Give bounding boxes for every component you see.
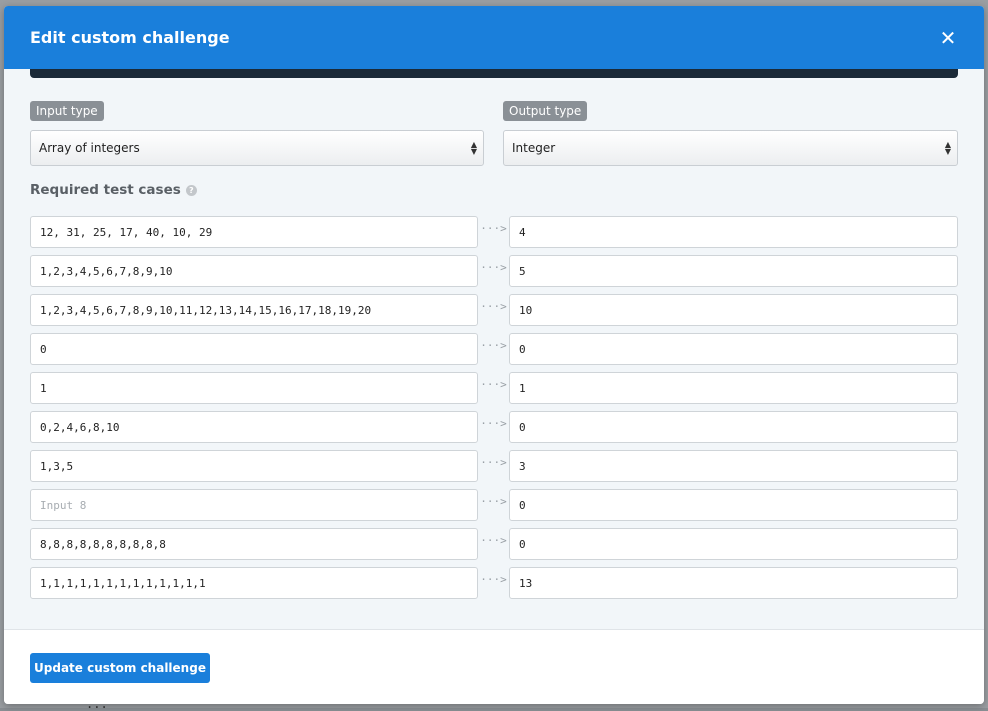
output-type-label: Output type [503, 101, 588, 121]
test-case-input[interactable]: 1,3,5 [30, 450, 478, 482]
test-cases-title-text: Required test cases [30, 182, 181, 198]
test-case-input[interactable]: 1 [30, 372, 478, 404]
code-editor-edge [30, 69, 958, 78]
test-case-output[interactable]: 3 [509, 450, 958, 482]
test-cases-list: 12, 31, 25, 17, 40, 10, 29 ···> 4 1,2,3,… [30, 216, 958, 606]
test-case-row: 12, 31, 25, 17, 40, 10, 29 ···> 4 [30, 216, 958, 248]
test-cases-title: Required test cases ? [30, 182, 197, 198]
arrow-icon: ···> [480, 221, 507, 235]
edit-challenge-modal: Edit custom challenge ✕ Input type Array… [4, 6, 984, 704]
test-case-input[interactable]: 12, 31, 25, 17, 40, 10, 29 [30, 216, 478, 248]
test-case-output[interactable]: 0 [509, 411, 958, 443]
arrow-icon: ···> [480, 455, 507, 469]
update-challenge-button[interactable]: Update custom challenge [30, 653, 210, 683]
input-type-label: Input type [30, 101, 104, 121]
test-case-row: 8,8,8,8,8,8,8,8,8,8 ···> 0 [30, 528, 958, 560]
help-icon[interactable]: ? [185, 184, 197, 196]
arrow-icon: ···> [480, 299, 507, 313]
arrow-icon: ···> [480, 377, 507, 391]
input-type-select[interactable]: Array of integers ▲ ▼ [30, 130, 484, 166]
test-case-row: 1 ···> 1 [30, 372, 958, 404]
arrow-icon: ···> [480, 416, 507, 430]
output-type-select[interactable]: Integer ▲ ▼ [503, 130, 958, 166]
test-case-output[interactable]: 0 [509, 528, 958, 560]
select-arrows-icon: ▲ ▼ [944, 140, 951, 156]
modal-title: Edit custom challenge [30, 28, 230, 47]
test-case-row: 1,3,5 ···> 3 [30, 450, 958, 482]
test-case-input[interactable]: 1,2,3,4,5,6,7,8,9,10 [30, 255, 478, 287]
test-case-row: 1,2,3,4,5,6,7,8,9,10,11,12,13,14,15,16,1… [30, 294, 958, 326]
test-case-input[interactable]: 1,2,3,4,5,6,7,8,9,10,11,12,13,14,15,16,1… [30, 294, 478, 326]
test-case-output[interactable]: 13 [509, 567, 958, 599]
test-case-output[interactable]: 0 [509, 333, 958, 365]
arrow-icon: ···> [480, 533, 507, 547]
arrow-icon: ···> [480, 494, 507, 508]
test-case-input[interactable]: 8,8,8,8,8,8,8,8,8,8 [30, 528, 478, 560]
test-case-row: Input 8 ···> 0 [30, 489, 958, 521]
test-case-output[interactable]: 4 [509, 216, 958, 248]
test-case-input[interactable]: Input 8 [30, 489, 478, 521]
test-case-input[interactable]: 1,1,1,1,1,1,1,1,1,1,1,1,1 [30, 567, 478, 599]
test-case-output[interactable]: 5 [509, 255, 958, 287]
test-case-row: 0,2,4,6,8,10 ···> 0 [30, 411, 958, 443]
test-case-output[interactable]: 0 [509, 489, 958, 521]
modal-footer: Update custom challenge [4, 629, 984, 704]
input-type-value: Array of integers [39, 141, 140, 155]
modal-header: Edit custom challenge ✕ [4, 6, 984, 69]
arrow-icon: ···> [480, 338, 507, 352]
input-type-group: Input type Array of integers ▲ ▼ [30, 100, 484, 166]
test-case-output[interactable]: 1 [509, 372, 958, 404]
test-case-row: 1,2,3,4,5,6,7,8,9,10 ···> 5 [30, 255, 958, 287]
test-case-input[interactable]: 0,2,4,6,8,10 [30, 411, 478, 443]
test-case-row: 0 ···> 0 [30, 333, 958, 365]
test-case-output[interactable]: 10 [509, 294, 958, 326]
arrow-icon: ···> [480, 572, 507, 586]
test-case-input[interactable]: 0 [30, 333, 478, 365]
test-case-row: 1,1,1,1,1,1,1,1,1,1,1,1,1 ···> 13 [30, 567, 958, 599]
close-icon[interactable]: ✕ [938, 26, 958, 50]
select-arrows-icon: ▲ ▼ [470, 140, 477, 156]
output-type-group: Output type Integer ▲ ▼ [503, 100, 958, 166]
arrow-icon: ···> [480, 260, 507, 274]
output-type-value: Integer [512, 141, 556, 155]
